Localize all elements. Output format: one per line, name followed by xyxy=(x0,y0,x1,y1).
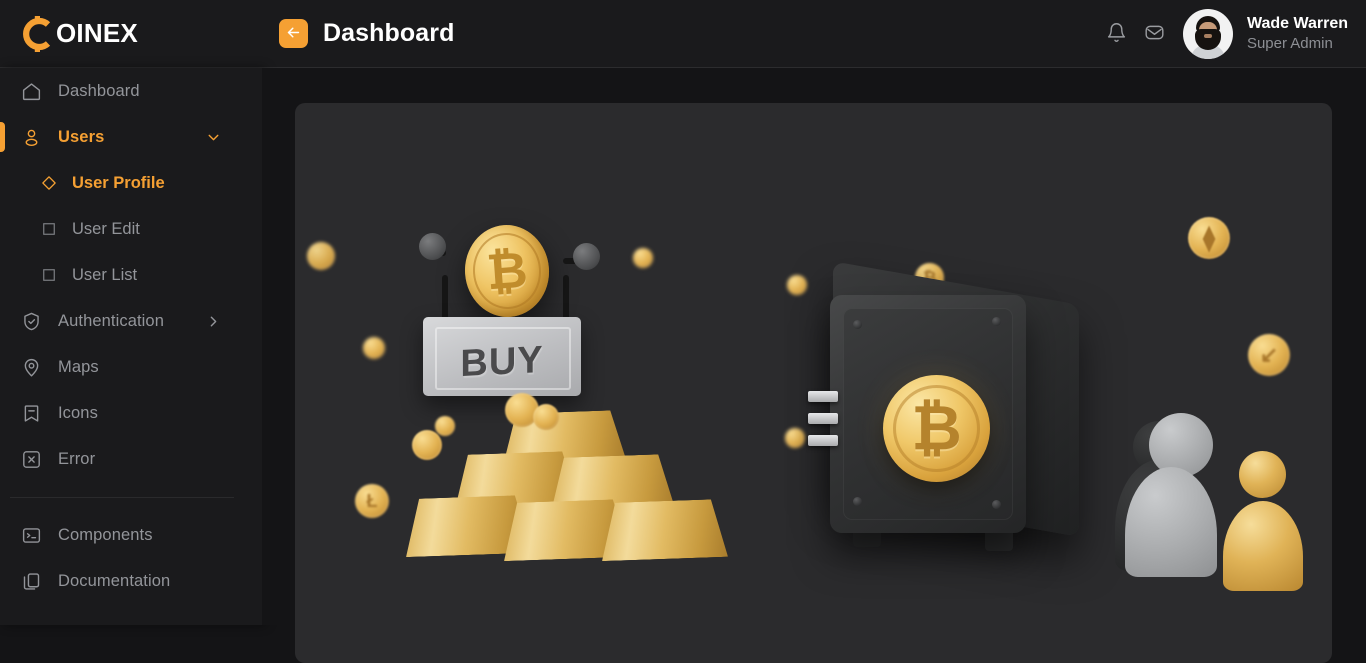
brand-logo[interactable]: OINEX xyxy=(0,0,262,67)
floating-coin xyxy=(787,275,807,295)
map-pin-icon xyxy=(18,354,44,380)
safe-door: ₿ xyxy=(843,308,1013,520)
sidebar-item-documentation[interactable]: Documentation xyxy=(0,558,262,604)
avatar[interactable] xyxy=(1182,8,1233,59)
safe-dial-bitcoin: ₿ xyxy=(883,375,990,482)
sidebar-subitem-user-list[interactable]: User List xyxy=(0,252,262,298)
user-role: Super Admin xyxy=(1246,34,1333,52)
bitcoin-glyph: ₿ xyxy=(911,394,962,463)
avatar-beard xyxy=(1194,28,1221,50)
safe-foot xyxy=(985,531,1013,551)
person-body-gold xyxy=(1223,501,1303,591)
copy-files-icon xyxy=(18,568,44,594)
square-x-icon xyxy=(18,446,44,472)
safe-bolt xyxy=(808,435,838,446)
safe-screw xyxy=(992,317,1001,326)
safe-front: ₿ xyxy=(808,295,1026,533)
sidebar-item-label: Icons xyxy=(58,403,98,422)
sign-pin-stem-right xyxy=(563,275,569,321)
person-head-gray xyxy=(1149,413,1213,477)
sidebar-subitem-label: User Edit xyxy=(72,219,140,238)
sidebar-item-authentication[interactable]: Authentication xyxy=(0,298,262,344)
buy-sign: BUY xyxy=(423,317,581,396)
sidebar-item-error[interactable]: Error xyxy=(0,436,262,482)
home-icon xyxy=(18,78,44,104)
bell-icon xyxy=(1106,22,1127,46)
floating-coin xyxy=(633,248,653,268)
sidebar-item-components[interactable]: Components xyxy=(0,512,262,558)
sidebar-subitem-label: User Profile xyxy=(72,173,165,192)
bookmark-minus-icon xyxy=(18,400,44,426)
sidebar-item-label: Maps xyxy=(58,357,99,376)
sidebar-item-dashboard[interactable]: Dashboard xyxy=(0,68,262,114)
sidebar-divider xyxy=(10,497,234,498)
gold-bar xyxy=(600,499,728,561)
user-menu[interactable]: Wade Warren Super Admin xyxy=(1247,14,1348,54)
square-icon xyxy=(38,264,60,286)
chevron-down-icon[interactable] xyxy=(205,129,222,146)
safe-screw xyxy=(853,320,862,329)
top-header: OINEX Dashboard Wade Warren Super Admin xyxy=(0,0,1366,68)
envelope-icon xyxy=(1144,22,1165,46)
sidebar-item-label: Documentation xyxy=(58,571,171,590)
floating-coin: ↙ xyxy=(1248,334,1290,376)
avatar-mouth xyxy=(1203,33,1212,38)
active-indicator xyxy=(0,122,5,152)
safe-bolt xyxy=(808,413,838,424)
sidebar-item-label: Users xyxy=(58,127,105,146)
floating-coin xyxy=(363,337,385,359)
arrow-left-icon xyxy=(285,24,302,44)
shield-check-icon xyxy=(18,308,44,334)
sign-pin-head-right xyxy=(573,243,600,270)
floating-coin xyxy=(533,404,559,430)
floating-coin xyxy=(307,242,335,270)
floating-coin: Ł xyxy=(355,484,389,518)
notifications-button[interactable] xyxy=(1098,15,1136,53)
floating-coin xyxy=(435,416,455,436)
sign-pin-head-left xyxy=(419,233,446,260)
page-title-zone: Dashboard xyxy=(279,19,454,48)
floating-coin-ethereum: ⧫ xyxy=(1188,217,1230,259)
terminal-icon xyxy=(18,522,44,548)
sidebar-subitem-user-profile[interactable]: User Profile xyxy=(0,160,262,206)
safe-screw xyxy=(853,497,862,506)
safe-bolt xyxy=(808,391,838,402)
dashboard-illustration-card: Ł ₿ ⧫ ↙ ₿ BUY ₿ xyxy=(295,103,1332,663)
ethereum-glyph: ⧫ xyxy=(1203,224,1215,252)
sign-pin-stem-left xyxy=(442,275,448,321)
floating-coin xyxy=(785,428,805,448)
sidebar: Dashboard Users User Profile User Edit U… xyxy=(0,68,262,625)
coin-glyph: Ł xyxy=(366,490,378,511)
coin-glyph: ↙ xyxy=(1259,342,1279,367)
floating-coin xyxy=(412,430,442,460)
main-content: Ł ₿ ⧫ ↙ ₿ BUY ₿ xyxy=(262,68,1366,663)
header-actions: Wade Warren Super Admin xyxy=(1098,8,1366,59)
sidebar-item-label: Components xyxy=(58,525,153,544)
sidebar-item-users[interactable]: Users xyxy=(0,114,262,160)
sidebar-item-label: Dashboard xyxy=(58,81,140,100)
page-title: Dashboard xyxy=(323,19,455,47)
coinex-c-icon xyxy=(16,12,60,56)
diamond-icon xyxy=(38,172,60,194)
safe-screw xyxy=(992,500,1001,509)
square-icon xyxy=(38,218,60,240)
sidebar-item-label: Error xyxy=(58,449,96,468)
sidebar-item-maps[interactable]: Maps xyxy=(0,344,262,390)
sidebar-subitem-label: User List xyxy=(72,265,138,284)
sidebar-item-icons[interactable]: Icons xyxy=(0,390,262,436)
user-icon xyxy=(18,124,44,150)
sidebar-item-label: Authentication xyxy=(58,311,164,330)
back-button[interactable] xyxy=(279,19,308,48)
bitcoin-glyph: ₿ xyxy=(484,241,530,301)
user-name: Wade Warren xyxy=(1246,14,1348,32)
messages-button[interactable] xyxy=(1136,15,1174,53)
sidebar-subitem-user-edit[interactable]: User Edit xyxy=(0,206,262,252)
bitcoin-coin-large: ₿ xyxy=(461,222,553,320)
person-head-gold xyxy=(1239,451,1286,498)
brand-name: OINEX xyxy=(56,18,138,48)
chevron-right-icon[interactable] xyxy=(205,313,222,330)
buy-sign-label: BUY xyxy=(460,338,544,386)
crypto-3d-illustration: Ł ₿ ⧫ ↙ ₿ BUY ₿ xyxy=(295,103,1332,663)
